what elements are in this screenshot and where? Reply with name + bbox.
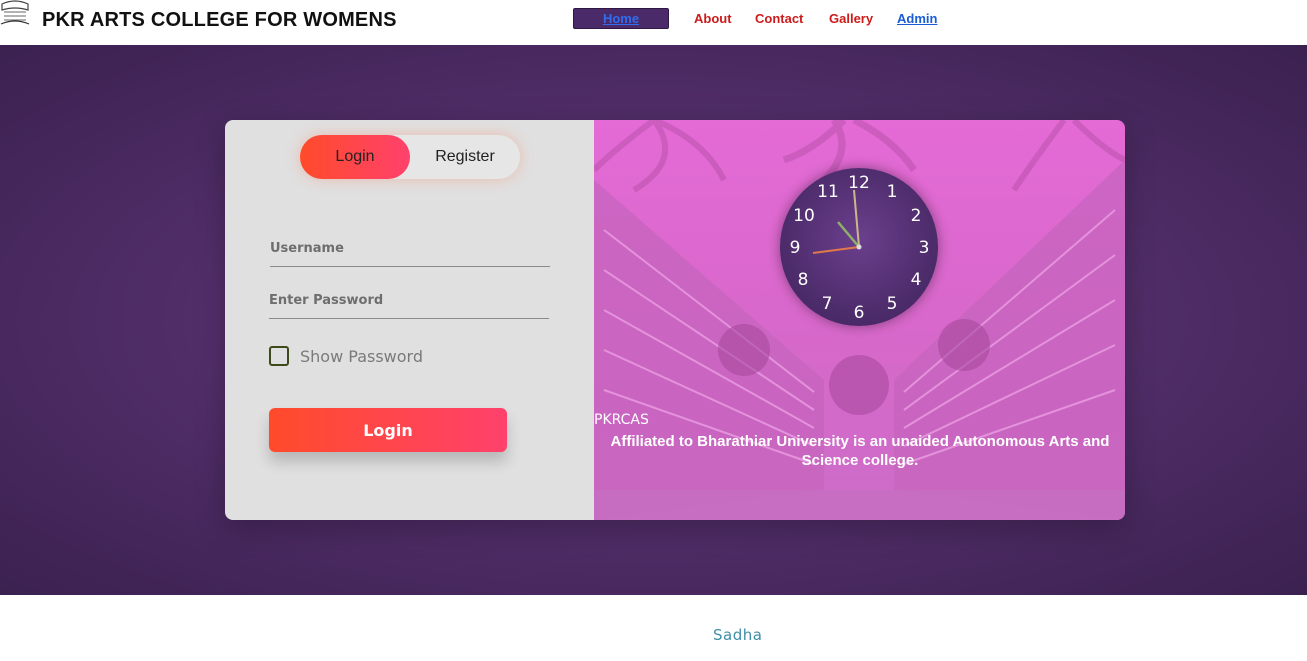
username-input[interactable] xyxy=(270,230,550,267)
nav-gallery-link[interactable]: Gallery xyxy=(829,11,873,26)
nav-about-link[interactable]: About xyxy=(694,11,732,26)
clock-number-5: 5 xyxy=(886,294,898,314)
clock-number-9: 9 xyxy=(789,238,801,258)
show-password-label: Show Password xyxy=(300,347,423,366)
clock-number-12: 12 xyxy=(848,173,870,193)
clock-number-1: 1 xyxy=(886,182,898,202)
college-title: PKR ARTS COLLEGE FOR WOMENS xyxy=(42,9,397,31)
auth-card: Login Register Show Password Login xyxy=(225,120,1125,520)
clock-number-3: 3 xyxy=(918,238,930,258)
nav-contact-link[interactable]: Contact xyxy=(755,11,803,26)
auth-toggle: Login Register xyxy=(300,135,520,179)
site-footer: Sadha xyxy=(0,595,1307,661)
clock-number-8: 8 xyxy=(797,270,809,290)
login-submit-button[interactable]: Login xyxy=(269,408,507,452)
nav-home-link[interactable]: Home xyxy=(573,8,669,29)
show-password-checkbox[interactable] xyxy=(269,346,289,366)
nav-admin-link[interactable]: Admin xyxy=(897,11,937,26)
tab-register[interactable]: Register xyxy=(410,135,520,179)
site-header: PKR ARTS COLLEGE FOR WOMENS Home About C… xyxy=(0,0,1307,45)
college-code: PKRCAS xyxy=(594,412,649,428)
analog-clock: 12 1 2 3 4 5 6 7 8 9 10 11 xyxy=(780,168,938,326)
clock-number-4: 4 xyxy=(910,270,922,290)
clock-number-6: 6 xyxy=(853,303,865,323)
clock-number-11: 11 xyxy=(817,182,839,202)
password-input[interactable] xyxy=(269,282,549,319)
college-info-panel: 12 1 2 3 4 5 6 7 8 9 10 11 PKRCAS Affili… xyxy=(594,120,1125,520)
clock-number-2: 2 xyxy=(910,206,922,226)
tab-login[interactable]: Login xyxy=(300,135,410,179)
login-panel: Login Register Show Password Login xyxy=(225,120,594,520)
college-description: Affiliated to Bharathiar University is a… xyxy=(610,433,1110,469)
clock-number-10: 10 xyxy=(793,206,815,226)
clock-number-7: 7 xyxy=(821,294,833,314)
footer-credit: Sadha xyxy=(713,626,763,644)
hero-section: Login Register Show Password Login xyxy=(0,45,1307,595)
college-emblem-icon xyxy=(0,0,30,25)
